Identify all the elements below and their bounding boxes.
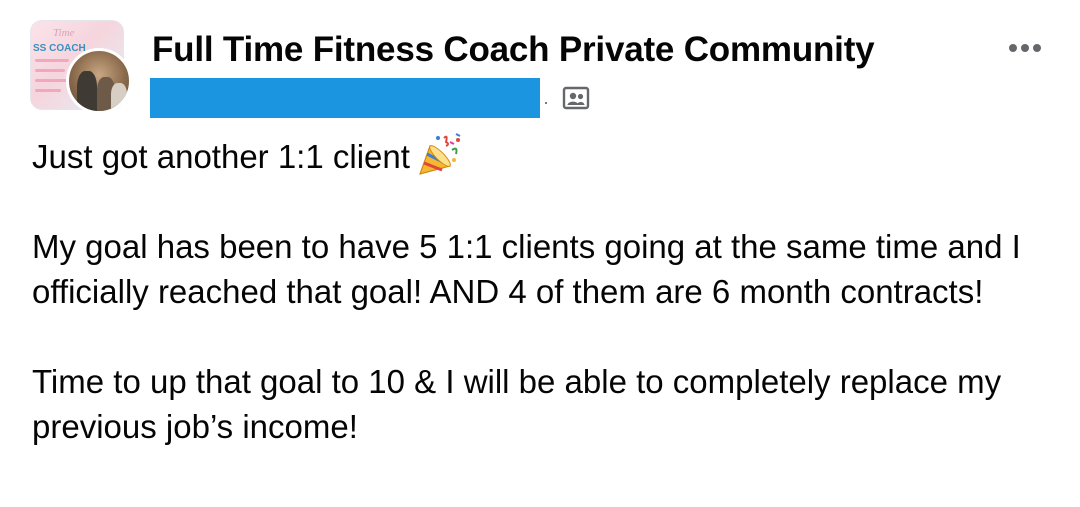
dot [1009,44,1017,52]
avatar-figure [77,71,97,111]
post-paragraph-2: My goal has been to have 5 1:1 clients g… [32,228,1021,310]
author-name-redacted[interactable] [150,78,540,118]
post-paragraph-3: Time to up that goal to 10 & I will be a… [32,363,1002,445]
cover-decoration [35,69,65,72]
cover-title-text: SS COACH [33,43,86,54]
post-line-1-text: Just got another 1:1 client [32,138,410,175]
group-avatar[interactable]: Time SS COACH [30,20,132,114]
cover-decoration [35,89,61,92]
cover-decoration [35,59,69,62]
post-body: Just got another 1:1 client My goal has … [32,132,1062,449]
party-popper-icon [418,133,461,175]
cover-script-text: Time [53,27,75,39]
post-line-1: Just got another 1:1 client [32,132,1062,179]
group-name-link[interactable]: Full Time Fitness Coach Private Communit… [152,30,875,70]
meta-separator: · [543,92,549,112]
author-avatar[interactable] [66,48,132,114]
more-options-icon[interactable] [1000,34,1050,62]
dot [1033,44,1041,52]
group-members-icon [562,86,590,110]
dot [1021,44,1029,52]
avatar-figure [111,83,127,111]
cover-decoration [35,79,67,82]
